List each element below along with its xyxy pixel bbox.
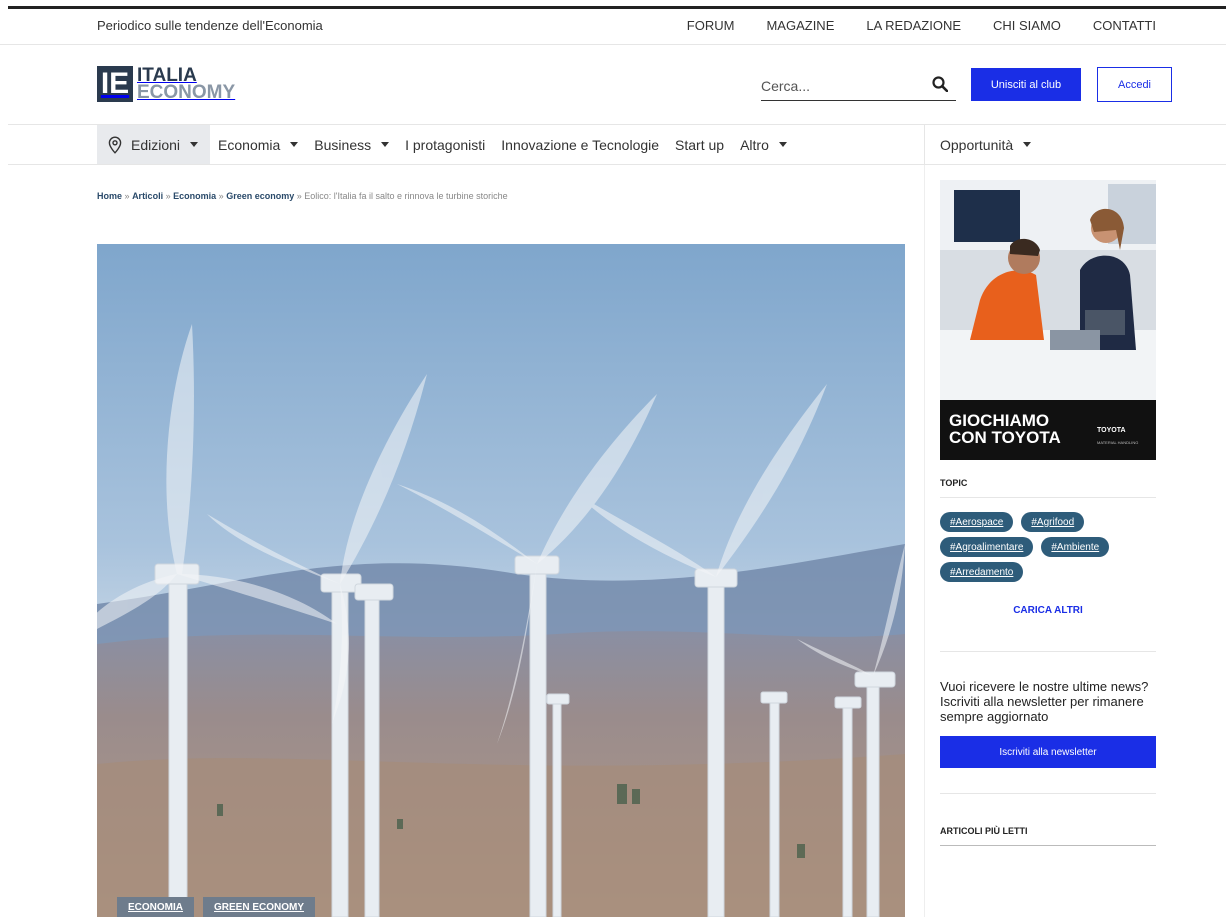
nav-item-altro[interactable]: Altro	[732, 125, 795, 164]
topic-heading: TOPIC	[940, 478, 968, 488]
nav-label-startup: Start up	[675, 136, 725, 153]
topic-chip-aerospace[interactable]: #Aerospace	[940, 512, 1014, 532]
join-club-button[interactable]: Unisciti al club	[971, 68, 1081, 101]
breadcrumb: Home » Articoli » Economia » Green econo…	[97, 191, 508, 201]
location-pin-icon	[108, 135, 122, 154]
nav-label-edizioni: Edizioni	[131, 136, 181, 153]
nav-label-business: Business	[314, 136, 372, 153]
chevron-down-icon	[1023, 142, 1032, 147]
top-nav-contatti[interactable]: CONTATTI	[1093, 18, 1156, 33]
sidebar-ad[interactable]: GIOCHIAMO CON TOYOTA TOYOTA MATERIAL HAN…	[940, 180, 1156, 460]
logo-wordmark: ITALIA ECONOMY	[137, 66, 236, 103]
topic-chip-agroalimentare[interactable]: #Agroalimentare	[940, 537, 1034, 557]
logo-mark: IE	[97, 66, 133, 102]
ad-photo	[940, 180, 1156, 400]
breadcrumb-separator: »	[296, 191, 302, 201]
topic-chips: #Aerospace #Agrifood #Agroalimentare #Am…	[940, 512, 1156, 582]
sidebar-divider	[924, 165, 925, 917]
breadcrumb-green-economy[interactable]: Green economy	[226, 191, 294, 201]
topic-chip-agrifood[interactable]: #Agrifood	[1021, 512, 1085, 532]
most-read-heading: ARTICOLI PIÙ LETTI	[940, 826, 1028, 836]
logo-line-economy: ECONOMY	[137, 82, 236, 103]
nav-item-opportunita[interactable]: Opportunità	[932, 125, 1039, 164]
divider	[940, 845, 1156, 846]
top-nav-redazione[interactable]: LA REDAZIONE	[866, 18, 961, 33]
article-tags: ECONOMIA GREEN ECONOMY	[117, 897, 316, 917]
toyota-logo-sub: MATERIAL HANDLING	[1097, 440, 1139, 445]
search-input[interactable]	[761, 74, 921, 98]
newsletter-subscribe-button[interactable]: Iscriviti alla newsletter	[940, 736, 1156, 768]
nav-label-innovazione: Innovazione e Tecnologie	[501, 136, 660, 153]
breadcrumb-current: Eolico: l'Italia fa il salto e rinnova l…	[304, 191, 508, 201]
topic-chip-ambiente[interactable]: #Ambiente	[1041, 537, 1110, 557]
breadcrumb-separator: »	[218, 191, 224, 201]
top-nav-magazine[interactable]: MAGAZINE	[766, 18, 834, 33]
breadcrumb-economia[interactable]: Economia	[173, 191, 216, 201]
divider	[940, 793, 1156, 794]
top-nav-forum[interactable]: FORUM	[687, 18, 735, 33]
chevron-down-icon	[381, 142, 390, 147]
topic-chip-arredamento[interactable]: #Arredamento	[940, 562, 1024, 582]
nav-item-protagonisti[interactable]: I protagonisti	[397, 125, 493, 164]
search-icon[interactable]	[932, 76, 948, 92]
toyota-logo: TOYOTA	[1097, 427, 1126, 434]
nav-item-edizioni[interactable]: Edizioni	[97, 125, 211, 164]
main-nav-left: Edizioni Economia Business I protagonist…	[97, 125, 795, 164]
breadcrumb-separator: »	[165, 191, 171, 201]
divider	[940, 651, 1156, 652]
nav-divider	[924, 125, 925, 164]
chevron-down-icon	[778, 142, 787, 147]
breadcrumb-separator: »	[124, 191, 130, 201]
tag-green-economy[interactable]: GREEN ECONOMY	[203, 897, 316, 917]
wind-turbines-photo	[97, 244, 905, 917]
top-bar: Periodico sulle tendenze dell'Economia F…	[0, 9, 1226, 45]
chevron-down-icon	[190, 142, 199, 147]
nav-label-altro: Altro	[740, 136, 769, 153]
nav-item-economia[interactable]: Economia	[210, 125, 306, 164]
top-nav: FORUM MAGAZINE LA REDAZIONE CHI SIAMO CO…	[687, 18, 1156, 33]
nav-item-innovazione[interactable]: Innovazione e Tecnologie	[493, 125, 667, 164]
breadcrumb-articoli[interactable]: Articoli	[132, 191, 163, 201]
divider	[940, 497, 1156, 498]
site-tagline: Periodico sulle tendenze dell'Economia	[97, 18, 323, 33]
login-button[interactable]: Accedi	[1097, 67, 1172, 102]
load-more-topics-button[interactable]: CARICA ALTRI	[940, 605, 1156, 616]
nav-item-business[interactable]: Business	[306, 125, 397, 164]
article-hero-image: ECONOMIA GREEN ECONOMY	[97, 244, 905, 917]
main-nav-right: Opportunità	[932, 125, 1039, 164]
nav-item-startup[interactable]: Start up	[667, 125, 732, 164]
search-box	[761, 74, 956, 101]
nav-label-opportunita: Opportunità	[940, 136, 1014, 153]
chevron-down-icon	[290, 142, 299, 147]
nav-label-protagonisti: I protagonisti	[405, 136, 486, 153]
ad-headline: GIOCHIAMO CON TOYOTA	[949, 411, 1061, 447]
top-nav-chi-siamo[interactable]: CHI SIAMO	[993, 18, 1061, 33]
nav-label-economia: Economia	[218, 136, 281, 153]
tag-economia[interactable]: ECONOMIA	[117, 897, 194, 917]
breadcrumb-home[interactable]: Home	[97, 191, 122, 201]
site-logo[interactable]: IE ITALIA ECONOMY	[97, 66, 235, 102]
ad-band: GIOCHIAMO CON TOYOTA TOYOTA MATERIAL HAN…	[940, 400, 1156, 460]
main-nav: Edizioni Economia Business I protagonist…	[8, 124, 1226, 165]
newsletter-text: Vuoi ricevere le nostre ultime news? Isc…	[940, 679, 1149, 724]
